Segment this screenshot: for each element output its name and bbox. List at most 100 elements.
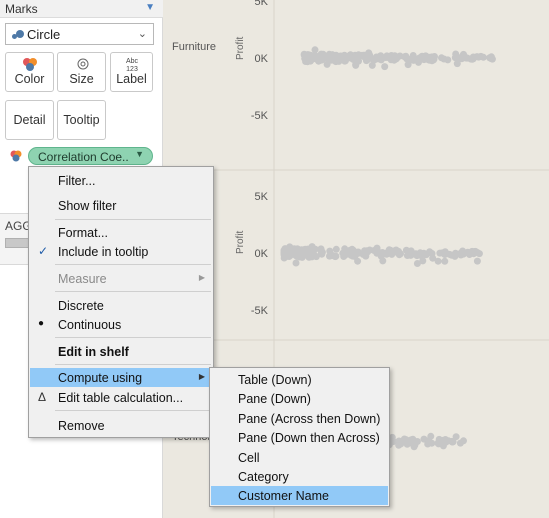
menu-item-filter-label: Filter... xyxy=(58,174,96,188)
scatter-point xyxy=(428,250,436,257)
scatter-point xyxy=(324,54,332,62)
scatter-point xyxy=(306,253,314,261)
menu-divider xyxy=(55,219,211,220)
submenu-item-pane-down-then-across[interactable]: Pane (Down then Across) xyxy=(211,428,388,447)
pill-dropdown-icon[interactable]: ▼ xyxy=(135,149,144,159)
scatter-point xyxy=(463,54,471,62)
menu-divider xyxy=(55,410,211,411)
tooltip-label: Tooltip xyxy=(63,113,100,127)
menu-item-show-filter-label: Show filter xyxy=(58,199,117,213)
menu-divider xyxy=(55,364,211,365)
scatter-point xyxy=(350,248,358,256)
scatter-point xyxy=(341,245,349,253)
menu-item-show-filter[interactable]: Show filter xyxy=(30,196,212,215)
submenu-arrow-icon: ▶ xyxy=(198,273,205,282)
menu-item-continuous[interactable]: ● Continuous xyxy=(30,315,212,334)
scatter-point xyxy=(292,259,300,267)
scatter-point xyxy=(359,51,367,59)
scatter-point xyxy=(441,257,449,265)
submenu-item-label: Cell xyxy=(238,451,260,465)
menu-item-edit-in-shelf[interactable]: Edit in shelf xyxy=(30,342,212,361)
scatter-point xyxy=(444,56,452,64)
scatter-point xyxy=(336,55,344,63)
scatter-point xyxy=(290,246,298,254)
marks-header: Marks ▼ xyxy=(0,0,163,18)
menu-item-continuous-label: Continuous xyxy=(58,318,122,332)
label-label: Label xyxy=(116,72,147,86)
scatter-point xyxy=(378,250,386,258)
scatter-point xyxy=(381,63,389,71)
scatter-point xyxy=(436,249,444,257)
menu-item-include-in-tooltip[interactable]: ✓ Include in tooltip xyxy=(30,242,212,261)
pill-context-menu: Filter... Show filter Format... ✓ Includ… xyxy=(28,166,214,438)
submenu-item-customer-name[interactable]: Customer Name xyxy=(211,486,388,505)
scatter-point xyxy=(318,52,326,60)
menu-item-remove-label: Remove xyxy=(58,419,105,433)
size-button[interactable]: Size xyxy=(57,52,106,92)
scatter-point xyxy=(303,55,311,63)
tick-0k-1: 0K xyxy=(254,53,268,65)
row-label-furniture: Furniture xyxy=(172,41,217,53)
scatter-point xyxy=(475,53,483,61)
radio-selected-icon: ● xyxy=(38,318,45,329)
submenu-item-pane-down[interactable]: Pane (Down) xyxy=(211,389,388,408)
scatter-point xyxy=(434,257,442,265)
submenu-item-category[interactable]: Category xyxy=(211,467,388,486)
menu-item-format-label: Format... xyxy=(58,226,109,240)
scatter-point xyxy=(404,61,412,69)
menu-item-edit-table-calc-label: Edit table calculation... xyxy=(58,391,184,405)
label-button[interactable]: Abc 123 Label xyxy=(110,52,153,92)
menu-item-measure-label: Measure xyxy=(58,272,107,286)
scatter-point xyxy=(413,252,421,260)
submenu-item-pane-across-then-down[interactable]: Pane (Across then Down) xyxy=(211,409,388,428)
tick-neg5k-2: -5K xyxy=(250,305,268,317)
scatter-point xyxy=(402,436,410,444)
scatter-point xyxy=(332,245,340,253)
scatter-point xyxy=(420,56,428,64)
agg-legend: AGG xyxy=(0,213,32,265)
submenu-item-cell[interactable]: Cell xyxy=(211,448,388,467)
submenu-item-table-down[interactable]: Table (Down) xyxy=(211,370,388,389)
submenu-item-label: Category xyxy=(238,470,289,484)
detail-button[interactable]: Detail xyxy=(5,100,54,140)
scatter-point xyxy=(487,53,495,61)
mark-type-label: Circle xyxy=(27,27,61,42)
scatter-point xyxy=(460,437,467,445)
size-label: Size xyxy=(69,72,94,86)
menu-item-format[interactable]: Format... xyxy=(30,223,212,242)
menu-item-edit-table-calculation[interactable]: Δ Edit table calculation... xyxy=(30,388,212,407)
scatter-point xyxy=(351,53,359,61)
menu-item-discrete[interactable]: Discrete xyxy=(30,296,212,315)
color-button[interactable]: Color xyxy=(5,52,54,92)
scatter-point xyxy=(444,437,452,445)
scatter-point xyxy=(448,251,455,259)
menu-item-filter[interactable]: Filter... xyxy=(30,171,212,190)
scatter-point xyxy=(395,441,403,449)
scatter-point xyxy=(420,249,428,257)
circle-mark-icon xyxy=(12,30,26,40)
scatter-point xyxy=(392,55,400,63)
scatter-point xyxy=(438,54,445,62)
scatter-point xyxy=(413,438,421,445)
svg-text:Abc: Abc xyxy=(126,58,139,65)
mark-type-dropdown[interactable]: Circle ⌄ xyxy=(5,23,154,45)
scatter-point xyxy=(311,51,319,59)
scatter-point xyxy=(375,53,383,61)
pill-label: Correlation Coe.. xyxy=(38,150,129,164)
tooltip-button[interactable]: Tooltip xyxy=(57,100,106,140)
menu-item-remove[interactable]: Remove xyxy=(30,416,212,435)
scatter-point xyxy=(456,55,464,63)
scatter-point xyxy=(363,247,371,255)
color-icon xyxy=(6,57,53,71)
submenu-item-label: Pane (Down then Across) xyxy=(238,431,380,445)
scatter-point xyxy=(331,253,339,261)
correlation-coefficient-pill[interactable]: Correlation Coe.. ▼ xyxy=(28,147,153,165)
scatter-point xyxy=(284,245,292,253)
menu-item-compute-using[interactable]: Compute using ▶ xyxy=(30,368,212,387)
menu-divider xyxy=(55,337,211,338)
collapse-icon[interactable]: ▼ xyxy=(145,2,155,13)
menu-item-measure: Measure ▶ xyxy=(30,269,212,288)
scatter-point xyxy=(379,257,387,265)
tick-neg5k-1: -5K xyxy=(250,110,268,122)
menu-divider xyxy=(55,264,211,265)
